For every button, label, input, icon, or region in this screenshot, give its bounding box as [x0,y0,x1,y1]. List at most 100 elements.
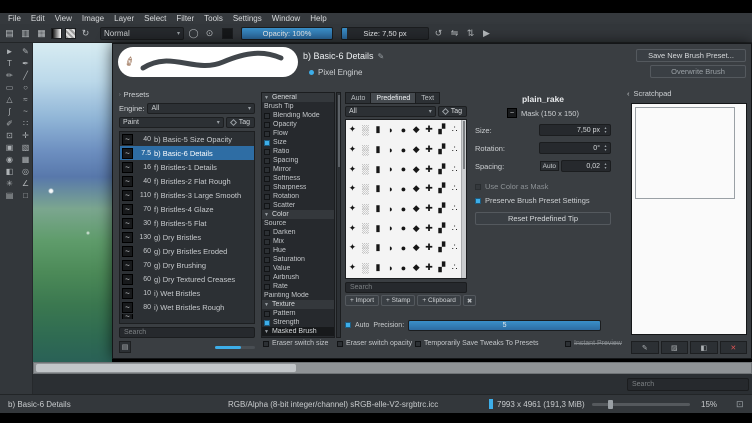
brush-tip-thumbnail[interactable]: ░ [359,159,372,179]
mirror-horizontal-icon[interactable]: ⇋ [448,27,461,40]
option-checkbox[interactable] [264,311,270,317]
option-item-flow[interactable]: Flow [262,129,334,138]
option-item-ratio[interactable]: Ratio [262,147,334,156]
brush-tip-thumbnail[interactable]: ◆ [410,258,423,278]
option-item-size[interactable]: Size [262,138,334,147]
use-color-as-mask-checkbox[interactable] [475,184,481,190]
brush-tip-thumbnail[interactable]: ✚ [423,258,436,278]
brush-preset-chooser-icon[interactable]: ⊙ [203,27,216,40]
spinner-arrows-icon[interactable]: ▴▾ [602,143,609,153]
reset-values-icon[interactable]: ↺ [432,27,445,40]
tool-multibrush[interactable]: ∷ [19,118,32,129]
open-document-icon[interactable]: ▥ [19,27,32,40]
brush-tip-thumbnail[interactable]: ░ [359,179,372,199]
tool-gradient[interactable]: ▧ [19,142,32,153]
spinner-arrows-icon[interactable]: ▴▾ [602,125,609,135]
brush-tip-thumbnail[interactable]: ✚ [423,238,436,258]
brush-tip-thumbnail[interactable]: ◆ [410,179,423,199]
option-checkbox[interactable] [264,140,270,146]
menu-help[interactable]: Help [305,14,331,23]
option-item-strength[interactable]: Strength [262,318,334,327]
brush-tip-thumbnail[interactable]: ∴ [448,238,461,258]
option-checkbox[interactable] [264,203,270,209]
tool-bezier-curve[interactable]: ∫ [3,106,16,117]
tool-move[interactable]: ✛ [19,130,32,141]
pattern-chip[interactable] [65,28,76,39]
option-item-saturation[interactable]: Saturation [262,255,334,264]
brush-tip-thumbnail[interactable]: ● [397,179,410,199]
menu-view[interactable]: View [50,14,77,23]
option-checkbox[interactable] [264,149,270,155]
docker-search-input[interactable]: Search [627,378,749,391]
brush-tip-thumbnail[interactable]: ▮ [372,159,385,179]
option-item-airbrush[interactable]: Airbrush [262,273,334,282]
tool-transform[interactable]: ⊡ [3,130,16,141]
brush-tip-thumbnail[interactable]: ✚ [423,120,436,140]
canvas-only-mode-icon[interactable]: ⊡ [736,399,744,410]
reset-predefined-tip-button[interactable]: Reset Predefined Tip [475,212,611,225]
scratchpad-reset-button[interactable]: ✕ [720,341,748,354]
brush-tip-thumbnail[interactable]: ✚ [423,140,436,160]
brush-tip-thumbnail[interactable]: ░ [359,258,372,278]
zoom-slider-handle[interactable] [608,400,613,409]
brush-tip-thumbnail[interactable]: ◗ [384,179,397,199]
brush-tip-thumbnail[interactable]: ▮ [372,199,385,219]
save-document-icon[interactable]: ▦ [35,27,48,40]
brush-tip-thumbnail[interactable]: ◗ [384,199,397,219]
option-item-opacity[interactable]: Opacity [262,120,334,129]
eraser-switch-opacity-checkbox[interactable] [337,341,343,347]
tool-polygon[interactable]: △ [3,94,16,105]
brush-tip-thumbnail[interactable]: ✦ [346,120,359,140]
option-item-blending-mode[interactable]: Blending Mode [262,111,334,120]
option-item-painting-mode[interactable]: Painting Mode [262,291,334,300]
option-item-rotation[interactable]: Rotation [262,192,334,201]
preset-item[interactable]: ~70f) Bristles-4 Glaze [120,202,254,216]
brush-tip-thumbnail[interactable]: ▞ [435,120,448,140]
tool-calligraphy[interactable]: ✒ [19,58,32,69]
brush-settings-icon[interactable]: ◯ [187,27,200,40]
brush-tip-thumbnail[interactable]: ✚ [423,179,436,199]
tool-pattern-edit[interactable]: ▦ [19,154,32,165]
menu-select[interactable]: Select [139,14,171,23]
brush-tip-thumbnail[interactable]: ∴ [448,120,461,140]
option-item-pattern[interactable]: Pattern [262,309,334,318]
preserve-settings-checkbox[interactable] [475,198,481,204]
option-section-general[interactable]: ▼General [262,93,334,102]
option-checkbox[interactable] [264,158,270,164]
brush-tip-thumbnail[interactable]: ▮ [372,238,385,258]
brush-tip-thumbnail[interactable]: ▞ [435,238,448,258]
brush-tip-thumbnail[interactable]: ✦ [346,238,359,258]
brush-tip-thumbnail[interactable]: ✦ [346,199,359,219]
brush-tip-thumbnail[interactable]: ░ [359,140,372,160]
brush-tip-thumbnail[interactable]: ● [397,238,410,258]
brush-tip-thumbnail[interactable]: ░ [359,218,372,238]
brush-tip-thumbnail[interactable]: ● [397,159,410,179]
options-scrollbar[interactable] [336,92,341,338]
zoom-slider[interactable] [592,403,690,406]
brush-tip-thumbnail[interactable]: ◗ [384,159,397,179]
option-section-masked-brush[interactable]: ▼Masked Brush [262,327,334,336]
preset-item[interactable]: ~30f) Bristles-5 Flat [120,216,254,230]
tool-select-shapes[interactable]: ► [3,46,16,57]
brush-tip-thumbnail[interactable]: ◆ [410,140,423,160]
preset-item[interactable]: ~130g) Dry Bristles [120,230,254,244]
preset-item[interactable]: ~70g) Dry Brushing [120,258,254,272]
brush-tip-thumbnail[interactable]: ✦ [346,218,359,238]
rename-icon[interactable]: ✎ [378,52,385,61]
brush-tip-thumbnail[interactable]: ◆ [410,199,423,219]
brush-tip-thumbnail[interactable]: ● [397,120,410,140]
option-item-source[interactable]: Source [262,219,334,228]
foreground-color-chip[interactable] [222,28,233,39]
canvas-horizontal-scrollbar[interactable] [33,362,752,374]
tool-ellipse[interactable]: ○ [19,82,32,93]
option-checkbox[interactable] [264,230,270,236]
brush-tip-thumbnail[interactable]: ◗ [384,218,397,238]
brush-tip-thumbnail[interactable]: ◗ [384,238,397,258]
brush-tip-thumbnail[interactable]: ◗ [384,140,397,160]
stamp-tip-button[interactable]: + Stamp [381,295,415,306]
brush-tip-thumbnail[interactable]: ▞ [435,218,448,238]
canvas-viewport[interactable] [33,43,112,362]
brush-tip-thumbnail[interactable]: ● [397,218,410,238]
tag-filter-select[interactable]: Paint ▾ [119,117,224,128]
tool-fill[interactable]: ◧ [3,166,16,177]
